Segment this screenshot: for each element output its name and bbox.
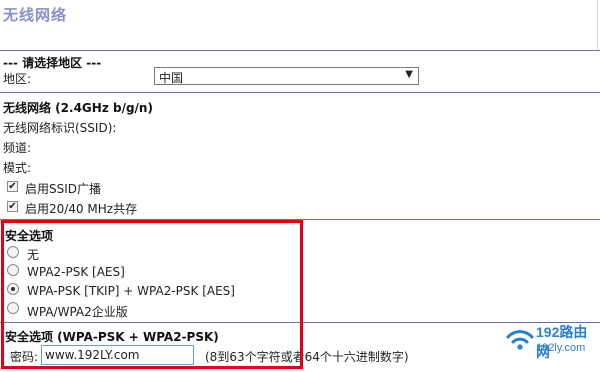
ssid-broadcast-checkbox[interactable]: ✔ [7,181,18,192]
ssid-label: 无线网络标识(SSID): [3,121,117,135]
wifi-icon [506,330,534,350]
page-title: 无线网络 [3,6,68,24]
ssid-broadcast-label: 启用SSID广播 [25,182,102,196]
divider [597,0,598,50]
divider [0,50,600,51]
channel-label: 频道: [3,141,32,155]
mode-label: 模式: [3,161,32,175]
highlight-box [1,220,303,369]
coexist-label: 启用20/40 MHz共存 [25,202,138,216]
region-select-value: 中国 [159,71,184,85]
wireless-section-title: 无线网络 (2.4GHz b/g/n) [3,101,153,115]
region-select[interactable]: 中国 ▼ [154,67,419,85]
coexist-checkbox[interactable]: ✔ [7,201,18,212]
watermark-url: 192ly.com [536,342,586,354]
region-label: 地区: [3,72,32,86]
chevron-down-icon: ▼ [405,69,413,80]
divider [0,92,600,93]
region-section-title: --- 请选择地区 --- [3,56,102,70]
